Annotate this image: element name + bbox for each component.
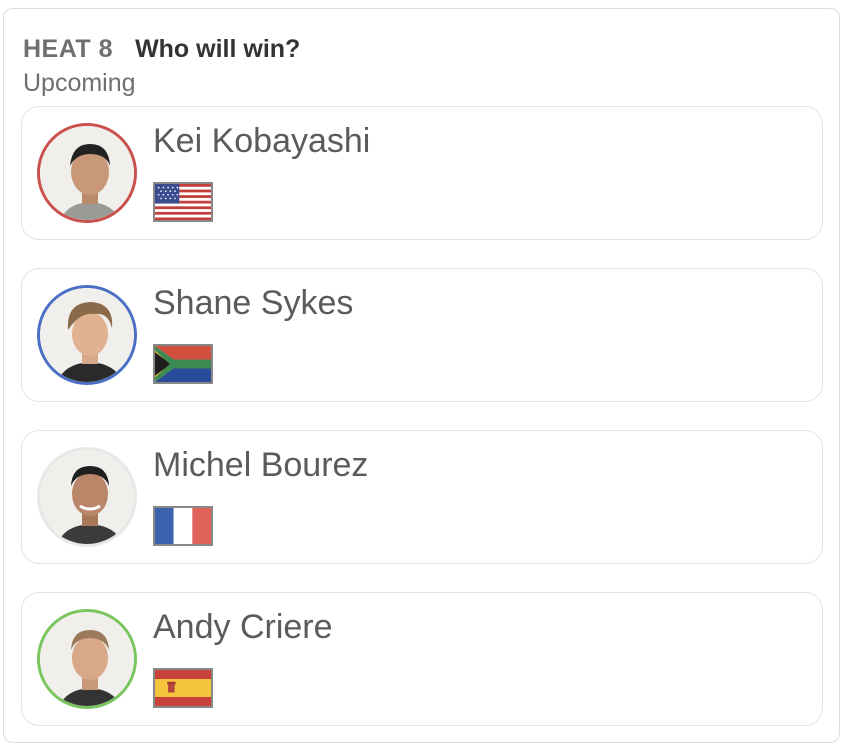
prediction-question: Who will win? <box>135 35 301 63</box>
surfer-option-shane-sykes[interactable]: Shane Sykes <box>21 268 823 402</box>
surfer-name: Michel Bourez <box>153 446 369 484</box>
surfer-name: Shane Sykes <box>153 284 354 322</box>
avatar <box>37 447 137 547</box>
heat-status: Upcoming <box>23 69 136 97</box>
surfer-option-andy-criere[interactable]: Andy Criere <box>21 592 823 726</box>
heat-card: HEAT 8 Who will win? Upcoming Kei Kobayas… <box>3 8 840 743</box>
avatar <box>37 123 137 223</box>
heat-number: HEAT 8 <box>23 35 114 63</box>
flag-usa-icon <box>153 182 213 222</box>
surfer-name: Kei Kobayashi <box>153 122 371 160</box>
flag-spain-icon <box>153 668 213 708</box>
heat-header: HEAT 8 Who will win? <box>23 35 300 64</box>
surfer-option-michel-bourez[interactable]: Michel Bourez <box>21 430 823 564</box>
surfer-option-kei-kobayashi[interactable]: Kei Kobayashi <box>21 106 823 240</box>
avatar <box>37 285 137 385</box>
avatar <box>37 609 137 709</box>
flag-south-africa-icon <box>153 344 213 384</box>
surfer-name: Andy Criere <box>153 608 333 646</box>
flag-france-icon <box>153 506 213 546</box>
